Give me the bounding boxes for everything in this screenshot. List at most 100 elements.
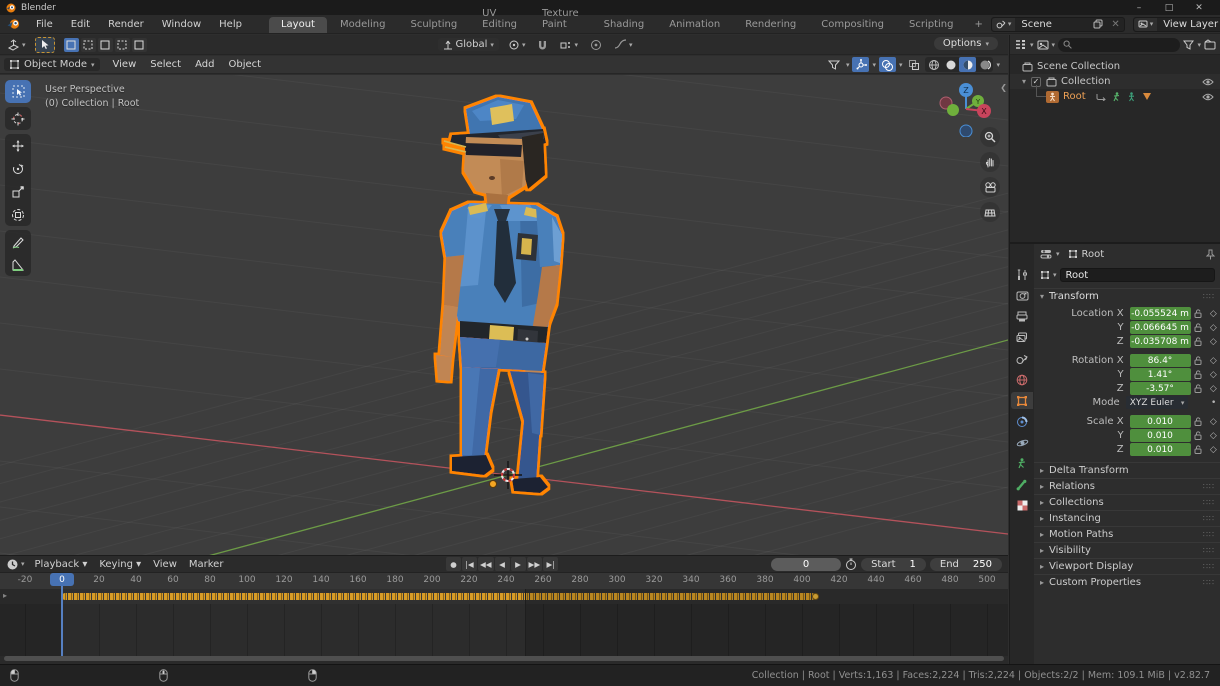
tool-scale[interactable] (5, 180, 31, 203)
snap-toggle[interactable] (534, 37, 551, 53)
xray-toggle[interactable] (905, 57, 922, 72)
minimize-button[interactable]: – (1124, 0, 1154, 15)
rotation-y-keyframe-icon[interactable]: ◇ (1206, 370, 1220, 380)
viewport-3d[interactable]: User Perspective (0) Collection | Root (0, 75, 1008, 555)
pin-icon[interactable] (1206, 249, 1215, 260)
scale-z-keyframe-icon[interactable]: ◇ (1206, 445, 1220, 455)
collection-visibility-eye-icon[interactable] (1202, 78, 1214, 86)
name-object-icon[interactable] (1040, 270, 1050, 280)
breadcrumb-object-name[interactable]: Root (1082, 249, 1105, 260)
section-visibility[interactable]: ▸Visibility∷∷ (1034, 542, 1220, 558)
rotation-x-keyframe-icon[interactable]: ◇ (1206, 356, 1220, 366)
timeline-editor-chevron[interactable]: ▾ (21, 560, 25, 568)
maximize-button[interactable]: □ (1154, 0, 1184, 15)
new-collection-button[interactable] (1204, 39, 1216, 50)
viewport-menu-object[interactable]: Object (221, 59, 268, 70)
location-x-keyframe-icon[interactable]: ◇ (1206, 309, 1220, 319)
menu-edit[interactable]: Edit (62, 15, 99, 33)
shading-wireframe-button[interactable] (925, 57, 942, 72)
ortho-toggle-button[interactable] (980, 202, 1000, 222)
collection-expand-arrow[interactable]: ▾ (1022, 77, 1026, 86)
tool-measure[interactable] (5, 253, 31, 276)
viewport-menu-view[interactable]: View (106, 59, 144, 70)
tab-world[interactable] (1011, 371, 1033, 388)
tool-move[interactable] (5, 134, 31, 157)
timeline-editor-type-icon[interactable] (6, 558, 19, 571)
rotation-x-value[interactable]: 86.4° (1130, 354, 1191, 367)
rotation-x-lock-icon[interactable] (1191, 356, 1206, 365)
tab-tool[interactable] (1011, 266, 1033, 283)
scale-y-lock-icon[interactable] (1191, 431, 1206, 440)
camera-view-button[interactable] (980, 177, 1000, 197)
outliner-display-mode-dropdown[interactable] (1014, 39, 1027, 50)
transform-panel-header[interactable]: ▾ Transform ∷∷ (1034, 288, 1220, 303)
scale-x-keyframe-icon[interactable]: ◇ (1206, 417, 1220, 427)
auto-keying-button[interactable]: ● (446, 557, 461, 571)
rotation-z-keyframe-icon[interactable]: ◇ (1206, 384, 1220, 394)
viewport-menu-select[interactable]: Select (143, 59, 188, 70)
overlays-chevron[interactable]: ▾ (899, 61, 903, 69)
timeline-menu-playback[interactable]: Playback ▾ (29, 559, 94, 570)
timeline-tracks[interactable]: ▸ (0, 589, 1008, 656)
outliner-row-scene-collection[interactable]: Scene Collection (1010, 59, 1220, 74)
location-z-value[interactable]: -0.035708 m (1130, 335, 1191, 348)
section-motion-paths[interactable]: ▸Motion Paths∷∷ (1034, 526, 1220, 542)
select-mode-circle[interactable] (98, 38, 113, 52)
filter-funnel-icon[interactable] (1183, 40, 1194, 50)
select-mode-paint[interactable] (132, 38, 147, 52)
tab-physics[interactable] (1011, 434, 1033, 451)
stopwatch-icon[interactable] (845, 558, 857, 571)
location-y-lock-icon[interactable] (1191, 323, 1206, 332)
options-dropdown[interactable]: Options ▾ (934, 37, 998, 50)
jump-to-start-button[interactable]: |◀ (462, 557, 477, 571)
display-mode-chevron[interactable]: ▾ (1030, 41, 1034, 49)
tool-transform[interactable] (5, 203, 31, 226)
scale-y-value[interactable]: 0.010 (1130, 429, 1191, 442)
section-instancing[interactable]: ▸Instancing∷∷ (1034, 510, 1220, 526)
mode-selector[interactable]: Object Mode ▾ (4, 58, 100, 71)
view-layer-browse-button[interactable]: ▾ (1134, 18, 1158, 31)
close-button[interactable]: ✕ (1184, 0, 1214, 15)
object-name-input[interactable]: Root (1060, 268, 1215, 282)
zoom-button[interactable] (980, 127, 1000, 147)
end-frame-field[interactable]: End 250 (930, 558, 1002, 571)
select-mode-lasso[interactable] (115, 38, 130, 52)
timeline-menu-keying[interactable]: Keying ▾ (93, 559, 147, 570)
scene-name[interactable]: Scene (1015, 19, 1089, 30)
workspace-tab-animation[interactable]: Animation (657, 17, 732, 33)
scene-browse-button[interactable]: ▾ (992, 18, 1016, 31)
play-button[interactable]: ▶ (511, 557, 526, 571)
shading-rendered-button[interactable] (976, 57, 993, 72)
workspace-tab-uv-editing[interactable]: UV Editing (470, 6, 529, 33)
object-visibility-dropdown[interactable] (826, 57, 843, 72)
play-reverse-button[interactable]: ◀ (495, 557, 510, 571)
workspace-tab-texture-paint[interactable]: Texture Paint (530, 6, 591, 33)
select-mode-tweak[interactable] (64, 38, 79, 52)
tab-object-data[interactable] (1011, 455, 1033, 472)
name-browse-chevron[interactable]: ▾ (1053, 271, 1057, 279)
scale-x-value[interactable]: 0.010 (1130, 415, 1191, 428)
workspace-tab-scripting[interactable]: Scripting (897, 17, 965, 33)
transform-orientation-dropdown[interactable]: Global ▾ (438, 38, 499, 51)
tool-rotate[interactable] (5, 157, 31, 180)
outliner-row-root[interactable]: Root (1010, 89, 1220, 104)
rotation-y-value[interactable]: 1.41° (1130, 368, 1191, 381)
shading-solid-button[interactable] (942, 57, 959, 72)
view-layer-name[interactable]: View Layer (1157, 19, 1220, 30)
tool-select-box[interactable] (5, 80, 31, 103)
scene-new-button[interactable] (1089, 18, 1107, 31)
section-relations[interactable]: ▸Relations∷∷ (1034, 478, 1220, 494)
outliner-filter-id-dropdown[interactable] (1037, 40, 1049, 50)
menu-file[interactable]: File (27, 15, 62, 33)
jump-to-end-button[interactable]: ▶| (543, 557, 558, 571)
workspace-tab-layout[interactable]: Layout (269, 17, 327, 33)
rotation-mode-dropdown[interactable]: XYZ Euler▾ (1126, 396, 1189, 409)
tab-constraints[interactable] (1011, 413, 1033, 430)
timeline-menu-view[interactable]: View (147, 559, 183, 570)
gizmo-chevron[interactable]: ▾ (872, 61, 876, 69)
visibility-chevron[interactable]: ▾ (846, 61, 850, 69)
pan-button[interactable] (980, 152, 1000, 172)
workspace-tab-modeling[interactable]: Modeling (328, 17, 398, 33)
section-delta-transform[interactable]: ▸ Delta Transform (1034, 462, 1220, 478)
section-custom-properties[interactable]: ▸Custom Properties∷∷ (1034, 574, 1220, 590)
